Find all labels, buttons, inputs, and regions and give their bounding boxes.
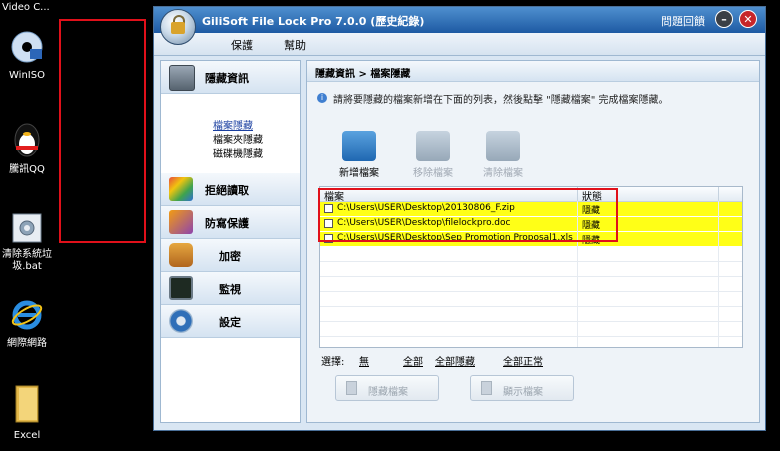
qq-penguin-icon (14, 123, 40, 157)
sidebar-item-label: 加密 (219, 250, 241, 263)
select-all-hidden-link[interactable]: 全部隱藏 (435, 353, 475, 368)
folder-icon (15, 385, 39, 423)
sidebar-subitem-drive-hide[interactable]: 磁碟機隱藏 (213, 145, 263, 160)
sidebar-item-label: 監視 (219, 283, 241, 296)
lock-icon (169, 243, 193, 267)
show-files-button[interactable]: 顯示檔案 (470, 375, 574, 401)
menu-help[interactable]: 幫助 (284, 37, 306, 53)
desktop-icon-label: 騰訊QQ (9, 164, 45, 175)
select-all-link[interactable]: 全部 (403, 353, 423, 368)
desktop-icon-excel[interactable]: Excel (0, 384, 62, 442)
annotation-box (318, 188, 618, 242)
annotation-box (59, 19, 146, 243)
sidebar-subitem-file-hide[interactable]: 檔案隱藏 (213, 117, 253, 132)
select-none-link[interactable]: 無 (359, 353, 369, 368)
clear-files-icon (486, 131, 520, 161)
clear-files-button[interactable]: 清除檔案 (473, 131, 533, 179)
remove-file-icon (416, 131, 450, 161)
ie-icon (11, 300, 43, 330)
desktop-icon-winiso[interactable]: WinISO (0, 30, 62, 82)
sidebar: 隱藏資訊 檔案隱藏 檔案夾隱藏 磁碟機隱藏 拒絕讀取 防寫保護 加密 監視 設定 (160, 60, 301, 423)
batch-file-icon (12, 213, 42, 243)
desktop-icon-qq[interactable]: 騰訊QQ (0, 120, 62, 176)
sidebar-item-label: 隱藏資訊 (205, 72, 249, 85)
menu-bar: 保護 幫助 (154, 33, 765, 56)
title-bar[interactable]: GiliSoft File Lock Pro 7.0.0 (歷史紀錄) 問題回饋… (154, 7, 765, 33)
pencils-icon (169, 177, 193, 201)
desktop-icon-label: WinISO (9, 70, 45, 81)
sidebar-item-hide[interactable]: 隱藏資訊 (161, 61, 300, 94)
sidebar-subitem-folder-hide[interactable]: 檔案夾隱藏 (213, 131, 263, 146)
close-button[interactable]: ✕ (739, 10, 757, 28)
button-label: 隱藏檔案 (368, 387, 408, 398)
sidebar-item-label: 設定 (219, 316, 241, 329)
desktop-icon-label: 網際網路 (7, 338, 47, 349)
sidebar-item-write-protect[interactable]: 防寫保護 (161, 206, 300, 239)
sidebar-item-monitor[interactable]: 監視 (161, 272, 300, 305)
sidebar-item-encrypt[interactable]: 加密 (161, 239, 300, 272)
add-file-button[interactable]: 新增檔案 (329, 131, 389, 179)
remove-file-button[interactable]: 移除檔案 (403, 131, 463, 179)
desktop-top-label: Video C... (2, 2, 50, 13)
disc-icon (11, 31, 43, 63)
info-icon: i (317, 93, 327, 103)
menu-protect[interactable]: 保護 (231, 37, 253, 53)
desktop-icon-ie[interactable]: 網際網路 (0, 298, 62, 350)
add-file-icon (342, 131, 376, 161)
button-label: 顯示檔案 (503, 387, 543, 398)
tool-label: 新增檔案 (339, 168, 379, 179)
app-logo-icon (160, 9, 196, 45)
minimize-button[interactable]: – (715, 10, 733, 28)
gear-icon (169, 309, 193, 333)
sidebar-item-deny-read[interactable]: 拒絕讀取 (161, 173, 300, 206)
select-label: 選擇: (321, 357, 345, 368)
desktop-icon-label: Excel (13, 430, 41, 441)
breadcrumb-text: 隱藏資訊 > 檔案隱藏 (315, 69, 411, 80)
monitor-icon (169, 276, 193, 300)
select-all-normal-link[interactable]: 全部正常 (503, 353, 543, 368)
info-text: 請將要隱藏的檔案新增在下面的列表，然後點擊 "隱藏檔案" 完成檔案隱藏。 (333, 95, 669, 106)
window-title: GiliSoft File Lock Pro 7.0.0 (歷史紀錄) (202, 15, 425, 28)
breadcrumb: 隱藏資訊 > 檔案隱藏 (307, 61, 759, 82)
desktop-icon-label: 清除系統垃 圾.bat (2, 249, 52, 272)
tool-label: 清除檔案 (483, 168, 523, 179)
safe-icon (169, 65, 195, 91)
file-icon (346, 381, 357, 395)
feedback-link[interactable]: 問題回饋 (661, 13, 705, 29)
pen-icon (169, 210, 193, 234)
sidebar-item-settings[interactable]: 設定 (161, 305, 300, 338)
sidebar-item-label: 拒絕讀取 (205, 184, 249, 197)
hide-files-button[interactable]: 隱藏檔案 (335, 375, 439, 401)
desktop-icon-batch[interactable]: 清除系統垃 圾.bat (0, 213, 62, 273)
file-icon (481, 381, 492, 395)
tool-label: 移除檔案 (413, 168, 453, 179)
sidebar-item-label: 防寫保護 (205, 217, 249, 230)
